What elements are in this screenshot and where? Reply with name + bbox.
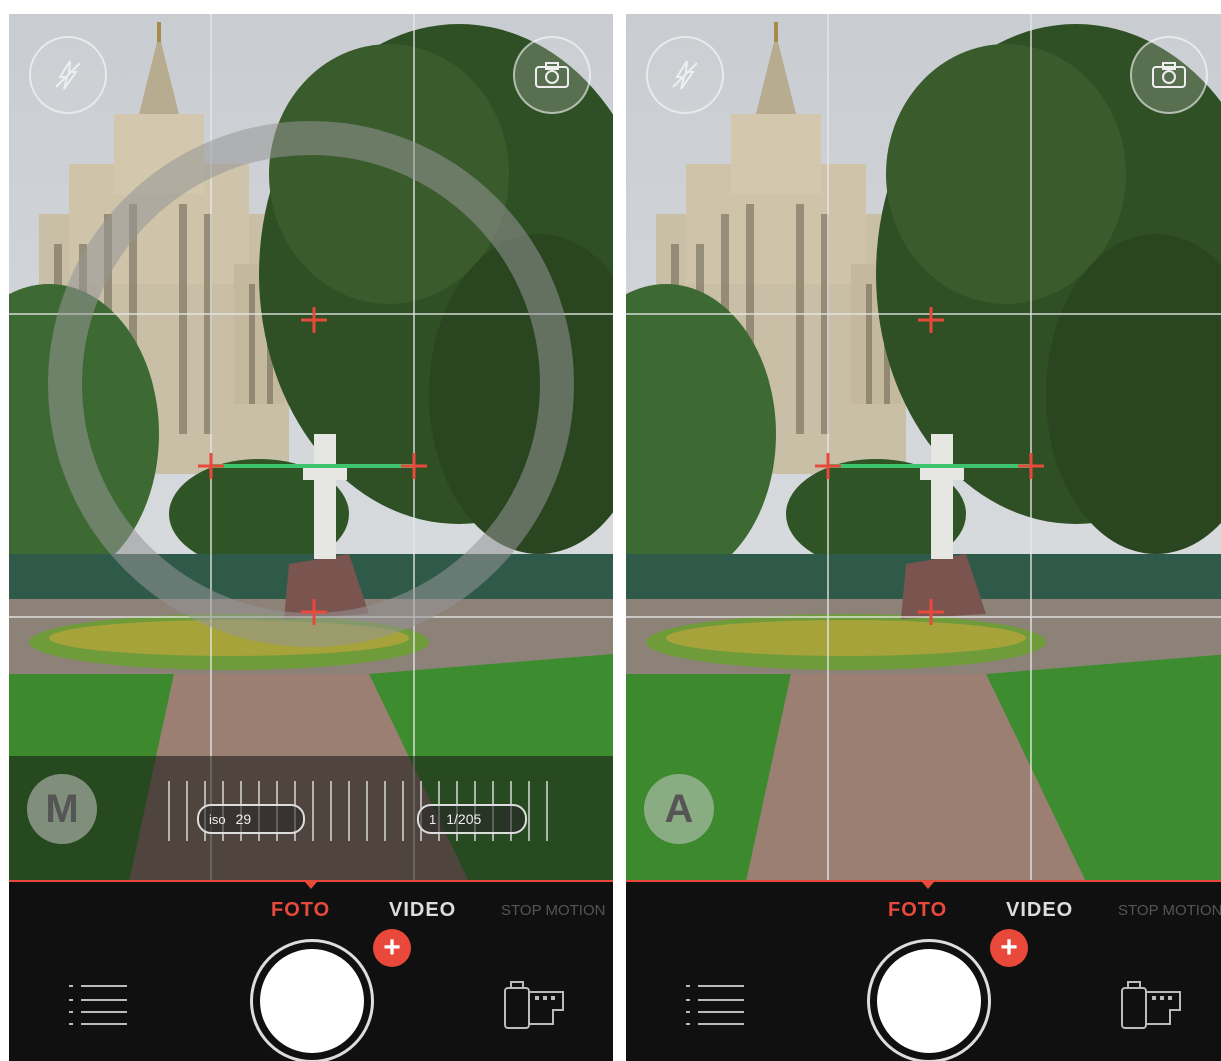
shutter-button-inner — [260, 949, 364, 1053]
tab-video[interactable]: VIDEO — [1006, 899, 1073, 922]
camera-screen-auto: A FOTO VIDEO STOP MOTION + — [626, 14, 1221, 1061]
flash-off-icon — [55, 60, 81, 90]
menu-list-icon[interactable] — [684, 982, 746, 1028]
capture-mode-tabs: FOTO VIDEO STOP MOTION — [626, 899, 1221, 929]
tab-stop-motion[interactable]: STOP MOTION — [1118, 902, 1221, 919]
film-roll-icon[interactable] — [499, 978, 569, 1030]
shutter-button[interactable] — [250, 939, 374, 1061]
film-roll-icon[interactable] — [1116, 978, 1186, 1030]
iso-value: 29 — [235, 811, 252, 827]
switch-camera-icon — [535, 62, 569, 88]
tab-foto[interactable]: FOTO — [888, 899, 947, 922]
menu-list-icon[interactable] — [67, 982, 129, 1028]
shutter-label: 1 — [429, 811, 437, 827]
tab-stop-motion[interactable]: STOP MOTION — [501, 902, 605, 919]
exposure-mode-label: A — [664, 786, 694, 831]
exposure-mode-button[interactable]: M — [27, 774, 97, 844]
capture-mode-tabs: FOTO VIDEO STOP MOTION — [9, 899, 613, 929]
plus-icon[interactable]: + — [990, 929, 1028, 967]
exposure-mode-button[interactable]: A — [644, 774, 714, 844]
switch-camera-button[interactable] — [1130, 36, 1208, 114]
camera-screen-manual: iso 29 1 1/205 M FOTO VIDEO STOP MOTION … — [9, 14, 613, 1061]
mode-pointer-icon — [922, 882, 934, 889]
exposure-mode-label: M — [45, 786, 79, 831]
tab-foto[interactable]: FOTO — [271, 899, 330, 922]
switch-camera-button[interactable] — [513, 36, 591, 114]
flash-off-icon — [672, 60, 698, 90]
shutter-speed-pill[interactable]: 1 1/205 — [417, 804, 527, 834]
plus-icon[interactable]: + — [373, 929, 411, 967]
camera-viewfinder[interactable] — [9, 14, 613, 882]
tab-video[interactable]: VIDEO — [389, 899, 456, 922]
flash-toggle-button[interactable] — [646, 36, 724, 114]
switch-camera-icon — [1152, 62, 1186, 88]
flash-toggle-button[interactable] — [29, 36, 107, 114]
mode-pointer-icon — [305, 882, 317, 889]
shutter-button[interactable] — [867, 939, 991, 1061]
iso-value-pill[interactable]: iso 29 — [197, 804, 305, 834]
shutter-value: 1/205 — [446, 811, 482, 827]
shutter-button-inner — [877, 949, 981, 1053]
camera-viewfinder[interactable] — [626, 14, 1221, 882]
iso-label: iso — [209, 811, 226, 827]
